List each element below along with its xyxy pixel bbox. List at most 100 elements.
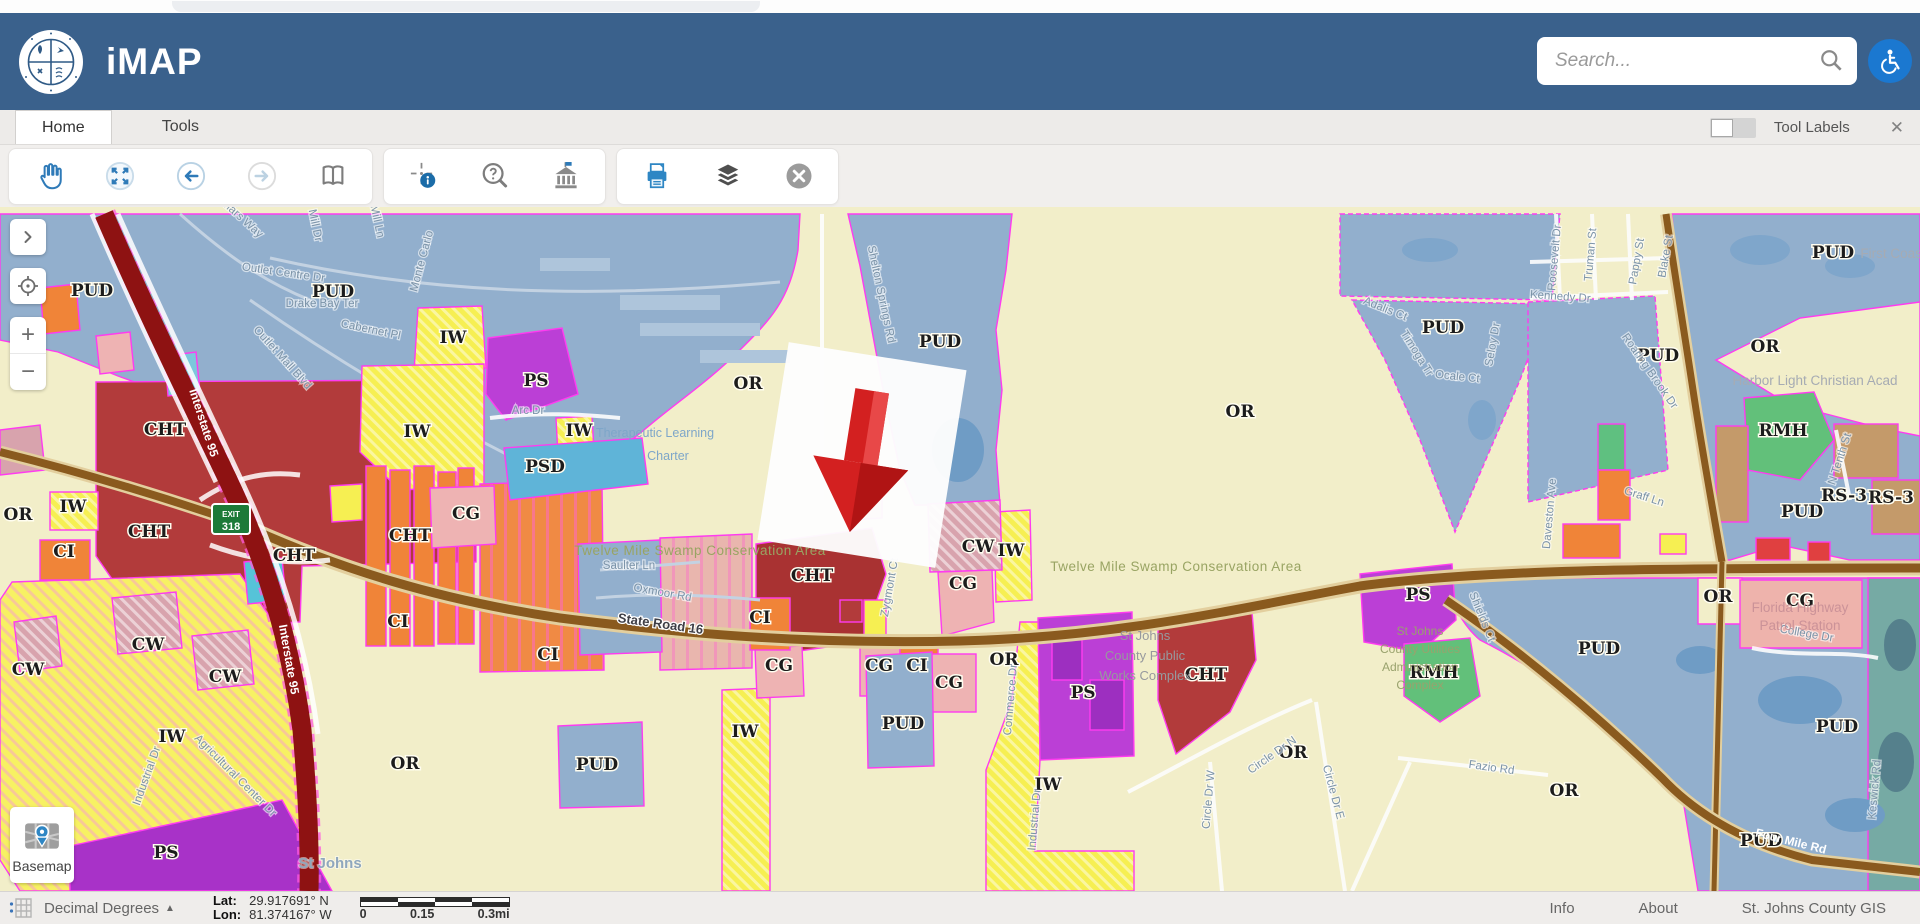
map-label: CI [906, 656, 928, 676]
zoom-out-button[interactable]: − [10, 353, 46, 390]
map-label: IW [59, 497, 87, 517]
accessibility-button[interactable] [1868, 39, 1912, 83]
basemap-icon [23, 817, 61, 855]
lat-value: 29.917691° N [249, 894, 332, 908]
previous-extent-button[interactable] [155, 149, 226, 203]
pan-button[interactable] [13, 149, 84, 203]
map-label: PUD [1812, 243, 1855, 263]
map-label: PUD [1816, 717, 1859, 737]
map-label: CHT [1185, 665, 1228, 685]
map-label: CG [765, 656, 793, 676]
full-extent-icon [105, 161, 135, 191]
tab-tools[interactable]: Tools [136, 110, 225, 144]
search-input[interactable] [1553, 49, 1819, 73]
map-label: IW [439, 328, 467, 348]
about-link[interactable]: About [1639, 900, 1678, 917]
map-label: 318 [222, 521, 240, 533]
map-label: IW [731, 722, 759, 742]
lon-label: Lon: [213, 908, 241, 922]
map-label: CG [865, 656, 893, 676]
map-label: Patrol Station [1759, 618, 1840, 633]
map-label: CG [935, 673, 963, 693]
bookmarks-book-icon [318, 161, 348, 191]
identify-button[interactable] [388, 149, 459, 203]
map-label: PS [523, 371, 548, 391]
map-label: PS [1070, 683, 1095, 703]
map-label: OR [734, 374, 764, 394]
map-label: CI [387, 612, 409, 632]
locate-button[interactable] [10, 268, 46, 304]
query-button[interactable] [459, 149, 530, 203]
expand-panel-button[interactable] [10, 219, 46, 255]
map-label: CHT [791, 566, 834, 586]
county-gis-link[interactable]: St. Johns County GIS [1742, 900, 1886, 917]
map-label: CW [132, 635, 166, 655]
map-label: Saulter Ln [603, 560, 655, 572]
map-label: CW [12, 660, 46, 680]
map-label: CHT [273, 546, 316, 566]
map-label: Complex [1396, 678, 1443, 692]
map-label: OR [1226, 402, 1256, 422]
map-label: PUD [882, 714, 925, 734]
map-label: First Coast [1860, 246, 1920, 261]
close-toolbar-button[interactable] [763, 149, 834, 203]
map-label: RS-3 [1821, 486, 1867, 506]
identify-icon [409, 161, 439, 191]
map-label: RMH [1758, 421, 1807, 441]
toolbar-group-inquiry [383, 148, 606, 205]
tab-bar: Home Tools Tool Labels ✕ [0, 110, 1920, 145]
map-label: OR [391, 754, 421, 774]
map-label: CI [537, 645, 559, 665]
map-label: OR [4, 505, 34, 525]
info-link[interactable]: Info [1550, 900, 1575, 917]
print-button[interactable] [621, 149, 692, 203]
pan-hand-icon [34, 161, 64, 191]
browser-artifact-strip [0, 0, 1920, 13]
search-icon[interactable] [1819, 48, 1845, 74]
chevron-right-icon [18, 227, 38, 247]
zoom-full-extent-button[interactable] [84, 149, 155, 203]
map-label: IW [565, 421, 593, 441]
map-label: St Johns [298, 855, 361, 872]
query-magnifier-icon [480, 161, 510, 191]
bookmarks-button[interactable] [297, 149, 368, 203]
location-marker-arrow [757, 342, 966, 568]
coordinate-grid-icon [8, 896, 34, 920]
scale-bar: 0 0.15 0.3mi [360, 897, 510, 920]
map-label: CG [452, 504, 480, 524]
toolbar-group-output [616, 148, 839, 205]
tab-home[interactable]: Home [15, 110, 112, 144]
layers-icon [713, 161, 743, 191]
map-toolbar [0, 145, 1920, 207]
lon-value: 81.374167° W [249, 908, 332, 922]
map-label: PUD [71, 281, 114, 301]
crosshair-icon [16, 274, 40, 298]
map-label: County Public [1105, 648, 1186, 663]
next-extent-button[interactable] [226, 149, 297, 203]
map-label: CI [53, 542, 75, 562]
map-label: IW [158, 727, 186, 747]
close-icon[interactable]: ✕ [1890, 118, 1904, 138]
government-services-button[interactable] [530, 149, 601, 203]
lat-label: Lat: [213, 894, 241, 908]
layer-list-button[interactable] [692, 149, 763, 203]
map-label: IW [997, 541, 1025, 561]
map-label: St Johns [1397, 624, 1444, 638]
tool-labels-toggle[interactable] [1710, 118, 1756, 138]
imap-app: iMAP Home Tools Tool Labels ✕ [0, 0, 1920, 924]
zoning-map[interactable]: PUDPUDPUDPUDPUDIWPSIWIWPSDCHTCHTCHTCHTCG… [0, 207, 1920, 891]
map-label: Twelve Mile Swamp Conservation Area [1050, 559, 1302, 574]
map-label: CI [749, 608, 771, 628]
map-label: Therapeutic Learning [596, 426, 714, 440]
page-title: iMAP [106, 41, 203, 83]
zoom-in-button[interactable]: + [10, 317, 46, 353]
basemap-button[interactable]: Basemap [10, 807, 74, 883]
map-label: PUD [1578, 639, 1621, 659]
map-label: PUD [919, 332, 962, 352]
map-container: PUDPUDPUDPUDPUDIWPSIWIWPSDCHTCHTCHTCHTCG… [0, 207, 1920, 891]
map-label: OR [1550, 781, 1580, 801]
map-label: Arc Dr [512, 405, 545, 417]
basemap-label: Basemap [12, 858, 71, 874]
coordinate-format-dropdown[interactable]: Decimal Degrees ▲ [44, 900, 175, 917]
map-label: CHT [144, 420, 187, 440]
